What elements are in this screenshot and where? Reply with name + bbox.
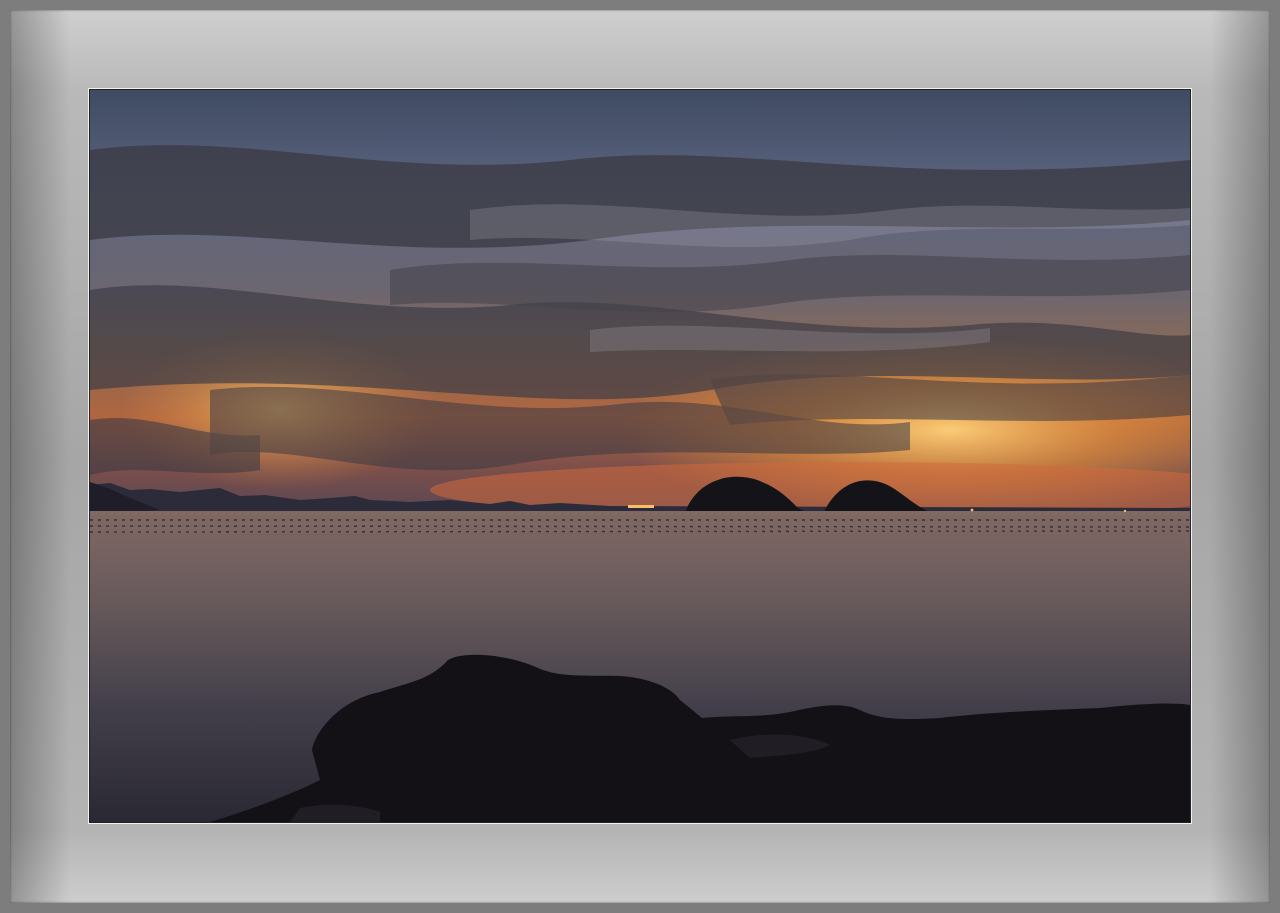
outer-frame [0,0,1280,913]
sunset-photo [90,90,1190,822]
photo-border [88,88,1192,824]
